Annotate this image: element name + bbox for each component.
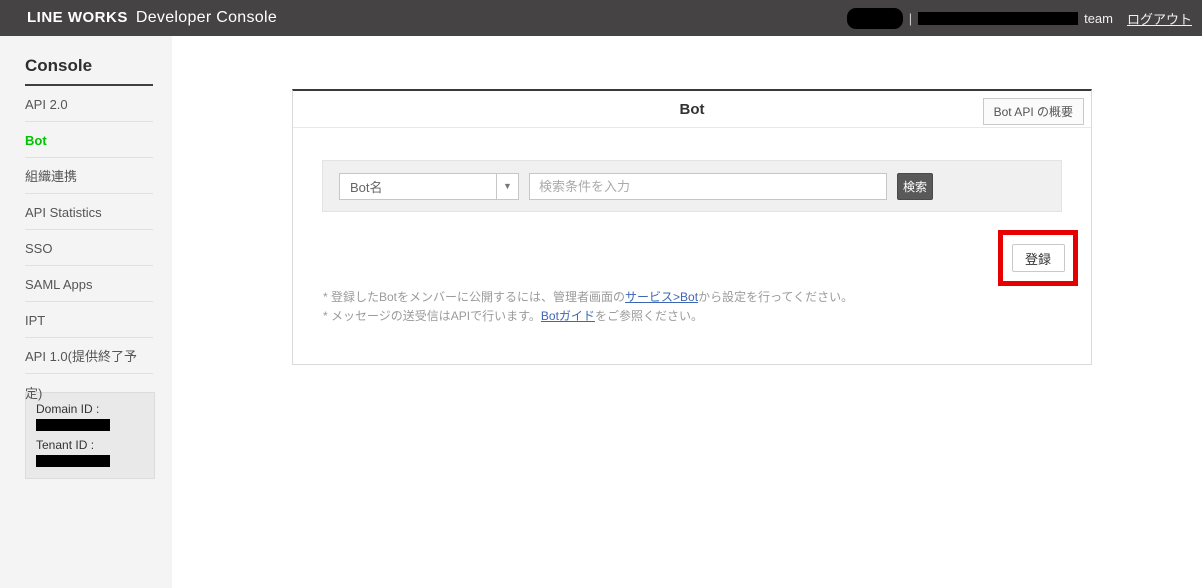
sidebar-item-bot[interactable]: Bot bbox=[25, 122, 153, 158]
sidebar-item-ipt[interactable]: IPT bbox=[25, 302, 153, 338]
domain-id-label: Domain ID : bbox=[36, 402, 144, 416]
redacted-domain-id bbox=[36, 419, 110, 431]
sidebar-item-api-1-0[interactable]: API 1.0(提供終了予定) bbox=[25, 338, 153, 374]
panel-header: Bot Bot API の概要 bbox=[293, 91, 1091, 128]
sidebar-item-saml-apps[interactable]: SAML Apps bbox=[25, 266, 153, 302]
search-filter-value: Bot名 bbox=[340, 177, 496, 196]
bot-panel: Bot Bot API の概要 Bot名 ▼ 検索 登録 * 登録したBotをメ… bbox=[292, 89, 1092, 365]
redacted-account-name bbox=[847, 8, 903, 29]
domain-info-box: Domain ID : Tenant ID : bbox=[25, 392, 155, 479]
sidebar-item-api-2-0[interactable]: API 2.0 bbox=[25, 86, 153, 122]
footnote-api-prefix: * メッセージの送受信はAPIで行います。 bbox=[323, 309, 541, 323]
sidebar-item-api-statistics[interactable]: API Statistics bbox=[25, 194, 153, 230]
search-bar: Bot名 ▼ 検索 bbox=[322, 160, 1062, 212]
sidebar-item-sso[interactable]: SSO bbox=[25, 230, 153, 266]
footnote-api: * メッセージの送受信はAPIで行います。Botガイドをご参照ください。 bbox=[323, 307, 853, 326]
search-filter-dropdown[interactable]: Bot名 ▼ bbox=[339, 173, 519, 200]
account-separator: | bbox=[909, 11, 912, 26]
logout-link[interactable]: ログアウト bbox=[1127, 9, 1192, 28]
sidebar-menu: API 2.0 Bot 組織連携 API Statistics SSO SAML… bbox=[25, 86, 153, 374]
sidebar-item-org-link[interactable]: 組織連携 bbox=[25, 158, 153, 194]
footnote-publish-suffix: から設定を行ってください。 bbox=[698, 290, 853, 304]
red-highlight-annotation: 登録 bbox=[998, 230, 1078, 286]
footnote-publish-prefix: * 登録したBotをメンバーに公開するには、管理者画面の bbox=[323, 290, 625, 304]
chevron-down-icon[interactable]: ▼ bbox=[496, 174, 518, 199]
sidebar-title: Console bbox=[25, 56, 153, 86]
service-bot-link[interactable]: サービス>Bot bbox=[625, 290, 698, 304]
redacted-tenant-id bbox=[36, 455, 110, 467]
search-button[interactable]: 検索 bbox=[897, 173, 933, 200]
brand-logo: LINE WORKS bbox=[27, 9, 128, 26]
tenant-id-label: Tenant ID : bbox=[36, 438, 144, 452]
search-input[interactable] bbox=[529, 173, 887, 200]
account-area: | team ログアウト bbox=[847, 8, 1192, 29]
page-title: Bot bbox=[680, 101, 705, 118]
footnotes: * 登録したBotをメンバーに公開するには、管理者画面のサービス>Botから設定… bbox=[323, 288, 853, 326]
footnote-api-suffix: をご参照ください。 bbox=[595, 309, 703, 323]
bot-api-overview-button[interactable]: Bot API の概要 bbox=[983, 98, 1084, 125]
account-domain-suffix: team bbox=[1084, 11, 1113, 26]
register-button[interactable]: 登録 bbox=[1012, 244, 1065, 272]
redacted-account-email bbox=[918, 12, 1078, 25]
bot-guide-link[interactable]: Botガイド bbox=[541, 309, 595, 323]
brand: LINE WORKS Developer Console bbox=[27, 9, 277, 27]
footnote-publish: * 登録したBotをメンバーに公開するには、管理者画面のサービス>Botから設定… bbox=[323, 288, 853, 307]
sidebar: Console API 2.0 Bot 組織連携 API Statistics … bbox=[0, 36, 172, 588]
topbar: LINE WORKS Developer Console | team ログアウ… bbox=[0, 0, 1202, 36]
brand-subtitle: Developer Console bbox=[136, 9, 277, 27]
